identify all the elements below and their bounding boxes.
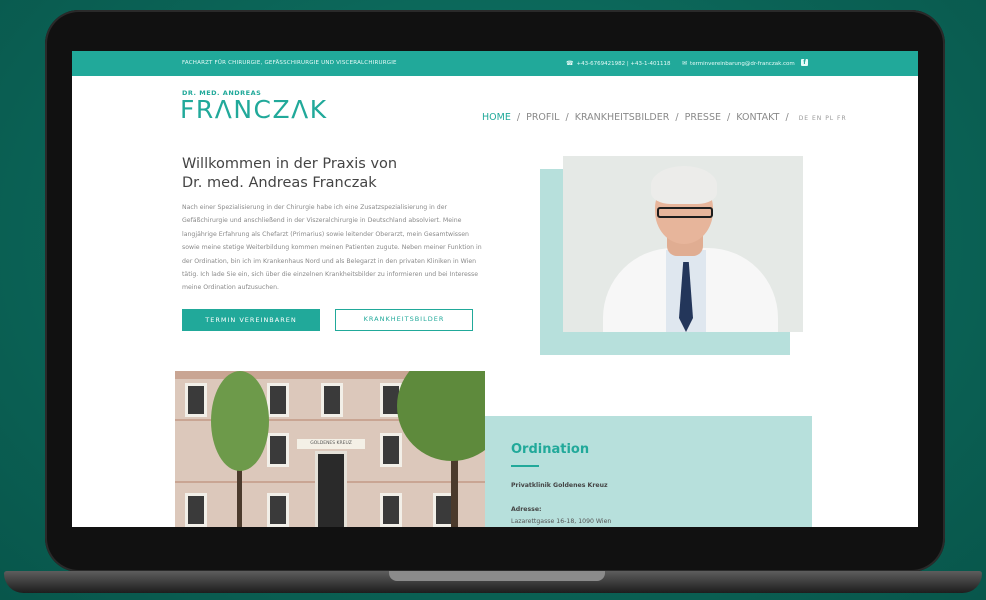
tree-right bbox=[397, 371, 485, 461]
nav-presse[interactable]: PRESSE bbox=[685, 112, 721, 123]
address-value: Lazarettgasse 16-18, 1090 Wien bbox=[511, 518, 612, 525]
nav-separator: / bbox=[785, 112, 789, 123]
nav-kontakt[interactable]: KONTAKT bbox=[736, 112, 779, 123]
website-screen: FACHARZT FÜR CHIRURGIE, GEFÄSSCHIRURGIE … bbox=[72, 51, 918, 527]
top-bar: FACHARZT FÜR CHIRURGIE, GEFÄSSCHIRURGIE … bbox=[72, 51, 918, 76]
clinic-building-photo: GOLDENES KREUZ bbox=[175, 371, 485, 527]
doctor-portrait bbox=[563, 156, 803, 332]
phone-number: +43-6769421982 | +43-1-401118 bbox=[576, 61, 671, 67]
building-window bbox=[267, 433, 289, 467]
mail-icon: ✉ bbox=[682, 60, 688, 67]
email-address: terminvereinbarung@dr-franczak.com bbox=[690, 61, 795, 67]
tagline: FACHARZT FÜR CHIRURGIE, GEFÄSSCHIRURGIE … bbox=[182, 60, 397, 66]
krankheitsbilder-button[interactable]: KRANKHEITSBILDER bbox=[335, 309, 473, 331]
tree-left bbox=[211, 371, 269, 471]
phone-link[interactable]: ☎ +43-6769421982 | +43-1-401118 bbox=[566, 60, 671, 67]
logo-wordmark[interactable]: FRΛNCZΛK bbox=[180, 95, 328, 124]
phone-icon: ☎ bbox=[566, 60, 574, 67]
building-window bbox=[267, 493, 289, 527]
hero-paragraph: Nach einer Spezialisierung in der Chirur… bbox=[182, 204, 482, 292]
laptop-notch bbox=[389, 571, 605, 581]
nav-separator: / bbox=[565, 112, 569, 123]
building-window bbox=[321, 383, 343, 417]
address-label: Adresse: bbox=[511, 506, 542, 513]
nav-separator: / bbox=[516, 112, 521, 123]
building-window bbox=[185, 383, 207, 417]
portrait-glasses bbox=[657, 207, 713, 218]
building-window bbox=[380, 493, 402, 527]
ordination-underline bbox=[511, 465, 539, 467]
email-link[interactable]: ✉ terminvereinbarung@dr-franczak.com bbox=[682, 60, 795, 67]
language-switcher[interactable]: DE EN PL FR bbox=[799, 115, 847, 122]
nav-separator: / bbox=[675, 112, 679, 123]
hero-title-line1: Willkommen in der Praxis von bbox=[182, 156, 398, 172]
main-navigation: HOME / PROFIL / KRANKHEITSBILDER / PRESS… bbox=[482, 112, 847, 123]
building-window bbox=[267, 383, 289, 417]
termin-vereinbaren-button[interactable]: TERMIN VEREINBAREN bbox=[182, 309, 320, 331]
nav-separator: / bbox=[727, 112, 731, 123]
building-window bbox=[185, 493, 207, 527]
nav-profil[interactable]: PROFIL bbox=[526, 112, 559, 123]
portrait-hair bbox=[651, 166, 717, 204]
nav-home[interactable]: HOME bbox=[482, 112, 511, 123]
hero-title: Willkommen in der Praxis von Dr. med. An… bbox=[182, 155, 397, 193]
building-entrance bbox=[315, 451, 347, 527]
ordination-clinic: Privatklinik Goldenes Kreuz bbox=[511, 482, 608, 489]
nav-krankheitsbilder[interactable]: KRANKHEITSBILDER bbox=[575, 112, 670, 123]
building-sign: GOLDENES KREUZ bbox=[297, 439, 365, 449]
ordination-title: Ordination bbox=[511, 442, 590, 457]
building-window bbox=[380, 433, 402, 467]
hero-title-line2: Dr. med. Andreas Franczak bbox=[182, 175, 377, 191]
facebook-icon[interactable]: f bbox=[801, 59, 808, 66]
